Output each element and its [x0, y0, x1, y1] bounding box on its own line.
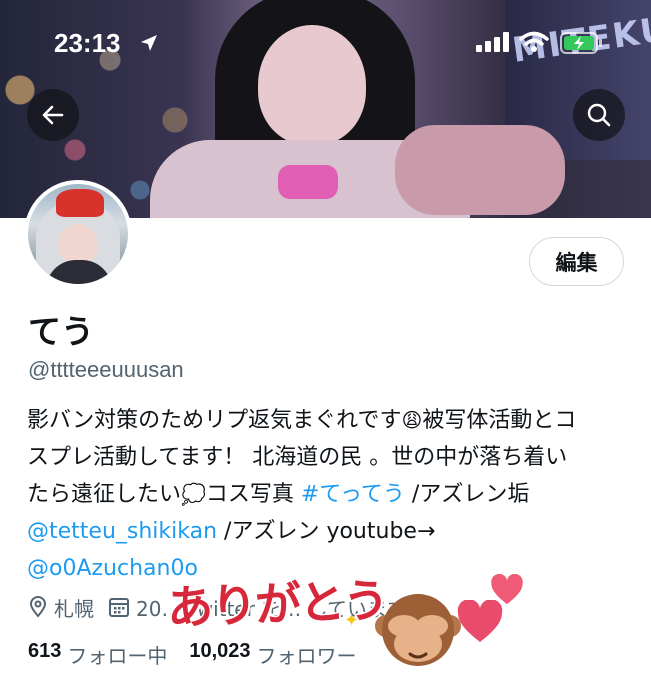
edit-profile-button[interactable]: 編集: [529, 237, 624, 286]
bio-line-3: たら遠征したい💭コス写真 #てってう /アズレン垢: [27, 482, 530, 507]
location-text: 札幌: [54, 596, 94, 621]
back-arrow-icon: [42, 105, 64, 125]
followers-link[interactable]: 10,023 フォロワー: [189, 640, 356, 669]
followers-label: フォロワー: [256, 644, 357, 668]
status-time: 23:13: [54, 28, 121, 58]
sparkle-icon: ✦: [344, 610, 360, 631]
followers-count: 10,023: [189, 640, 251, 662]
following-count: 613: [28, 640, 62, 662]
wifi-icon: [519, 31, 549, 52]
search-button[interactable]: [573, 89, 625, 141]
back-button[interactable]: [27, 89, 79, 141]
follow-counts: 613 フォロー中 10,023 フォロワー: [28, 640, 379, 669]
following-label: フォロー中: [67, 644, 168, 668]
signal-icon: [476, 32, 509, 52]
location-arrow-icon: [141, 35, 157, 51]
photo-heart-hands: [395, 125, 565, 215]
avatar-image: [28, 184, 128, 284]
avatar[interactable]: [24, 180, 132, 288]
photo-ribbon: [278, 165, 338, 199]
thought-balloon-emoji-icon: 💭: [181, 482, 206, 506]
see-no-evil-monkey-icon: [375, 594, 461, 666]
status-bar: 23:13: [0, 0, 651, 80]
heart-icon: [457, 600, 503, 642]
profile-bio: 影バン対策のためリプ返気まぐれです😩被写体活動とコ スプレ活動してます！ 北海道…: [27, 402, 627, 587]
search-icon: [587, 103, 611, 127]
bio-line-4: @tetteu_shikikan /アズレン youtube→: [27, 519, 436, 544]
user-handle: @tttteeeuuusan: [28, 357, 184, 382]
display-name: てう: [28, 312, 94, 351]
bio-line-2: スプレ活動してます！ 北海道の民 。世の中が落ち着い: [27, 445, 568, 470]
tired-face-emoji-icon: 😩: [401, 408, 423, 432]
following-link[interactable]: 613 フォロー中: [28, 640, 167, 669]
location-pin-icon: [29, 596, 47, 618]
bio-line-1: 影バン対策のためリプ返気まぐれです😩被写体活動とコ: [27, 408, 577, 433]
battery-charging-icon: [560, 32, 602, 54]
location-item: 札幌: [28, 593, 94, 622]
hashtag-link[interactable]: #てってう: [301, 482, 405, 507]
mention-link-shikikan[interactable]: @tetteu_shikikan: [27, 519, 217, 544]
calendar-icon: [109, 598, 129, 617]
heart-icon-small: [491, 574, 523, 605]
